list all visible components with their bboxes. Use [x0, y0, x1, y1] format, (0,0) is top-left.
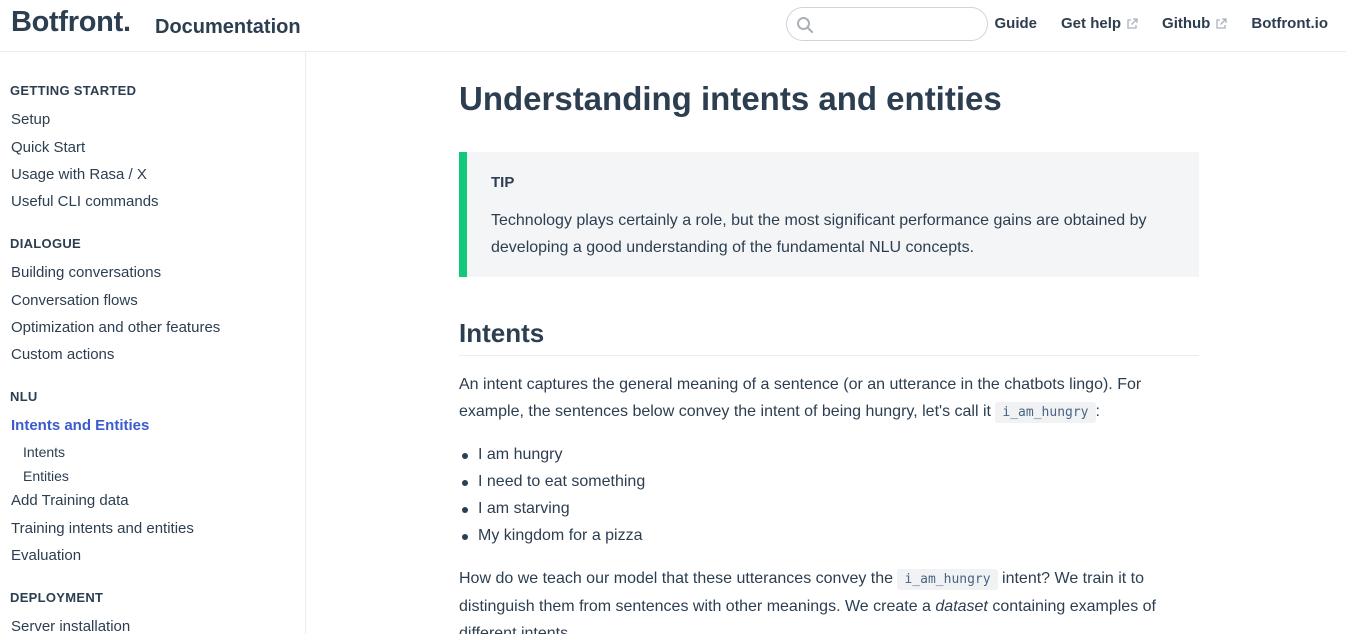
search-input[interactable]	[821, 14, 981, 34]
sidebar-item-add-training-data[interactable]: Add Training data	[11, 492, 129, 509]
sidebar-group-dialogue: DIALOGUE	[10, 236, 82, 251]
sidebar-subitem-intents[interactable]: Intents	[23, 444, 65, 460]
sidebar-subitem-entities[interactable]: Entities	[23, 468, 69, 484]
site-name[interactable]: Documentation	[155, 16, 301, 39]
sidebar-group-deployment: DEPLOYMENT	[10, 590, 104, 605]
nav-link-label: Github	[1162, 15, 1211, 32]
sidebar-item-evaluation[interactable]: Evaluation	[11, 547, 81, 564]
tip-text: Technology plays certainly a role, but t…	[491, 212, 1147, 256]
external-link-icon	[1127, 17, 1138, 29]
nav-links: Guide Get help Github Botfront.io	[971, 15, 1329, 32]
sidebar-group-nlu: NLU	[10, 389, 38, 404]
sidebar-item-usage-rasa-x[interactable]: Usage with Rasa / X	[11, 166, 147, 183]
inline-code: i_am_hungry	[995, 402, 1096, 423]
sidebar-item-quick-start[interactable]: Quick Start	[11, 139, 85, 156]
nav-link-get-help[interactable]: Get help	[1061, 15, 1138, 32]
search-icon	[797, 17, 814, 34]
example-list: I am hungry I need to eat something I am…	[459, 441, 645, 549]
nav-link-label: Get help	[1061, 15, 1122, 32]
nav-link-botfront-io[interactable]: Botfront.io	[1251, 15, 1328, 32]
list-item: I am starving	[459, 495, 645, 522]
nav-link-label: Guide	[994, 15, 1038, 32]
sidebar-item-setup[interactable]: Setup	[11, 111, 50, 128]
tip-title: TIP	[491, 174, 515, 191]
sidebar-group-getting-started: GETTING STARTED	[10, 83, 137, 98]
search-box[interactable]	[786, 7, 988, 41]
page-title: Understanding intents and entities	[459, 80, 1002, 117]
sidebar-item-intents-and-entities[interactable]: Intents and Entities	[11, 417, 149, 434]
tip-box: TIP Technology plays certainly a role, b…	[459, 152, 1199, 277]
logo[interactable]: Botfront.	[11, 6, 131, 39]
top-navbar: Botfront. Documentation Guide Get help G…	[0, 0, 1346, 52]
list-item: I am hungry	[459, 441, 645, 468]
list-item: I need to eat something	[459, 468, 645, 495]
nav-link-label: Botfront.io	[1251, 15, 1328, 32]
sidebar-item-custom-actions[interactable]: Custom actions	[11, 346, 114, 363]
intro-text-end: :	[1095, 403, 1100, 420]
sidebar-item-building-conversations[interactable]: Building conversations	[11, 264, 161, 281]
intent-intro-paragraph: An intent captures the general meaning o…	[459, 371, 1199, 426]
nav-link-guide[interactable]: Guide	[995, 15, 1038, 32]
list-item: My kingdom for a pizza	[459, 522, 645, 549]
sidebar-item-optimization[interactable]: Optimization and other features	[11, 319, 220, 336]
emphasis-text: dataset	[935, 598, 988, 615]
inline-code: i_am_hungry	[897, 569, 998, 590]
sidebar-item-training-intents[interactable]: Training intents and entities	[11, 520, 194, 537]
sidebar-item-server-installation[interactable]: Server installation	[11, 618, 130, 634]
section-title-intents: Intents	[459, 318, 1199, 356]
training-paragraph: How do we teach our model that these utt…	[459, 565, 1199, 634]
sidebar-item-conversation-flows[interactable]: Conversation flows	[11, 292, 138, 309]
training-text: How do we teach our model that these utt…	[459, 570, 898, 587]
external-link-icon	[1216, 17, 1228, 29]
nav-link-github[interactable]: Github	[1162, 15, 1228, 32]
sidebar: GETTING STARTED Setup Quick Start Usage …	[0, 52, 306, 634]
sidebar-item-cli-commands[interactable]: Useful CLI commands	[11, 193, 159, 210]
